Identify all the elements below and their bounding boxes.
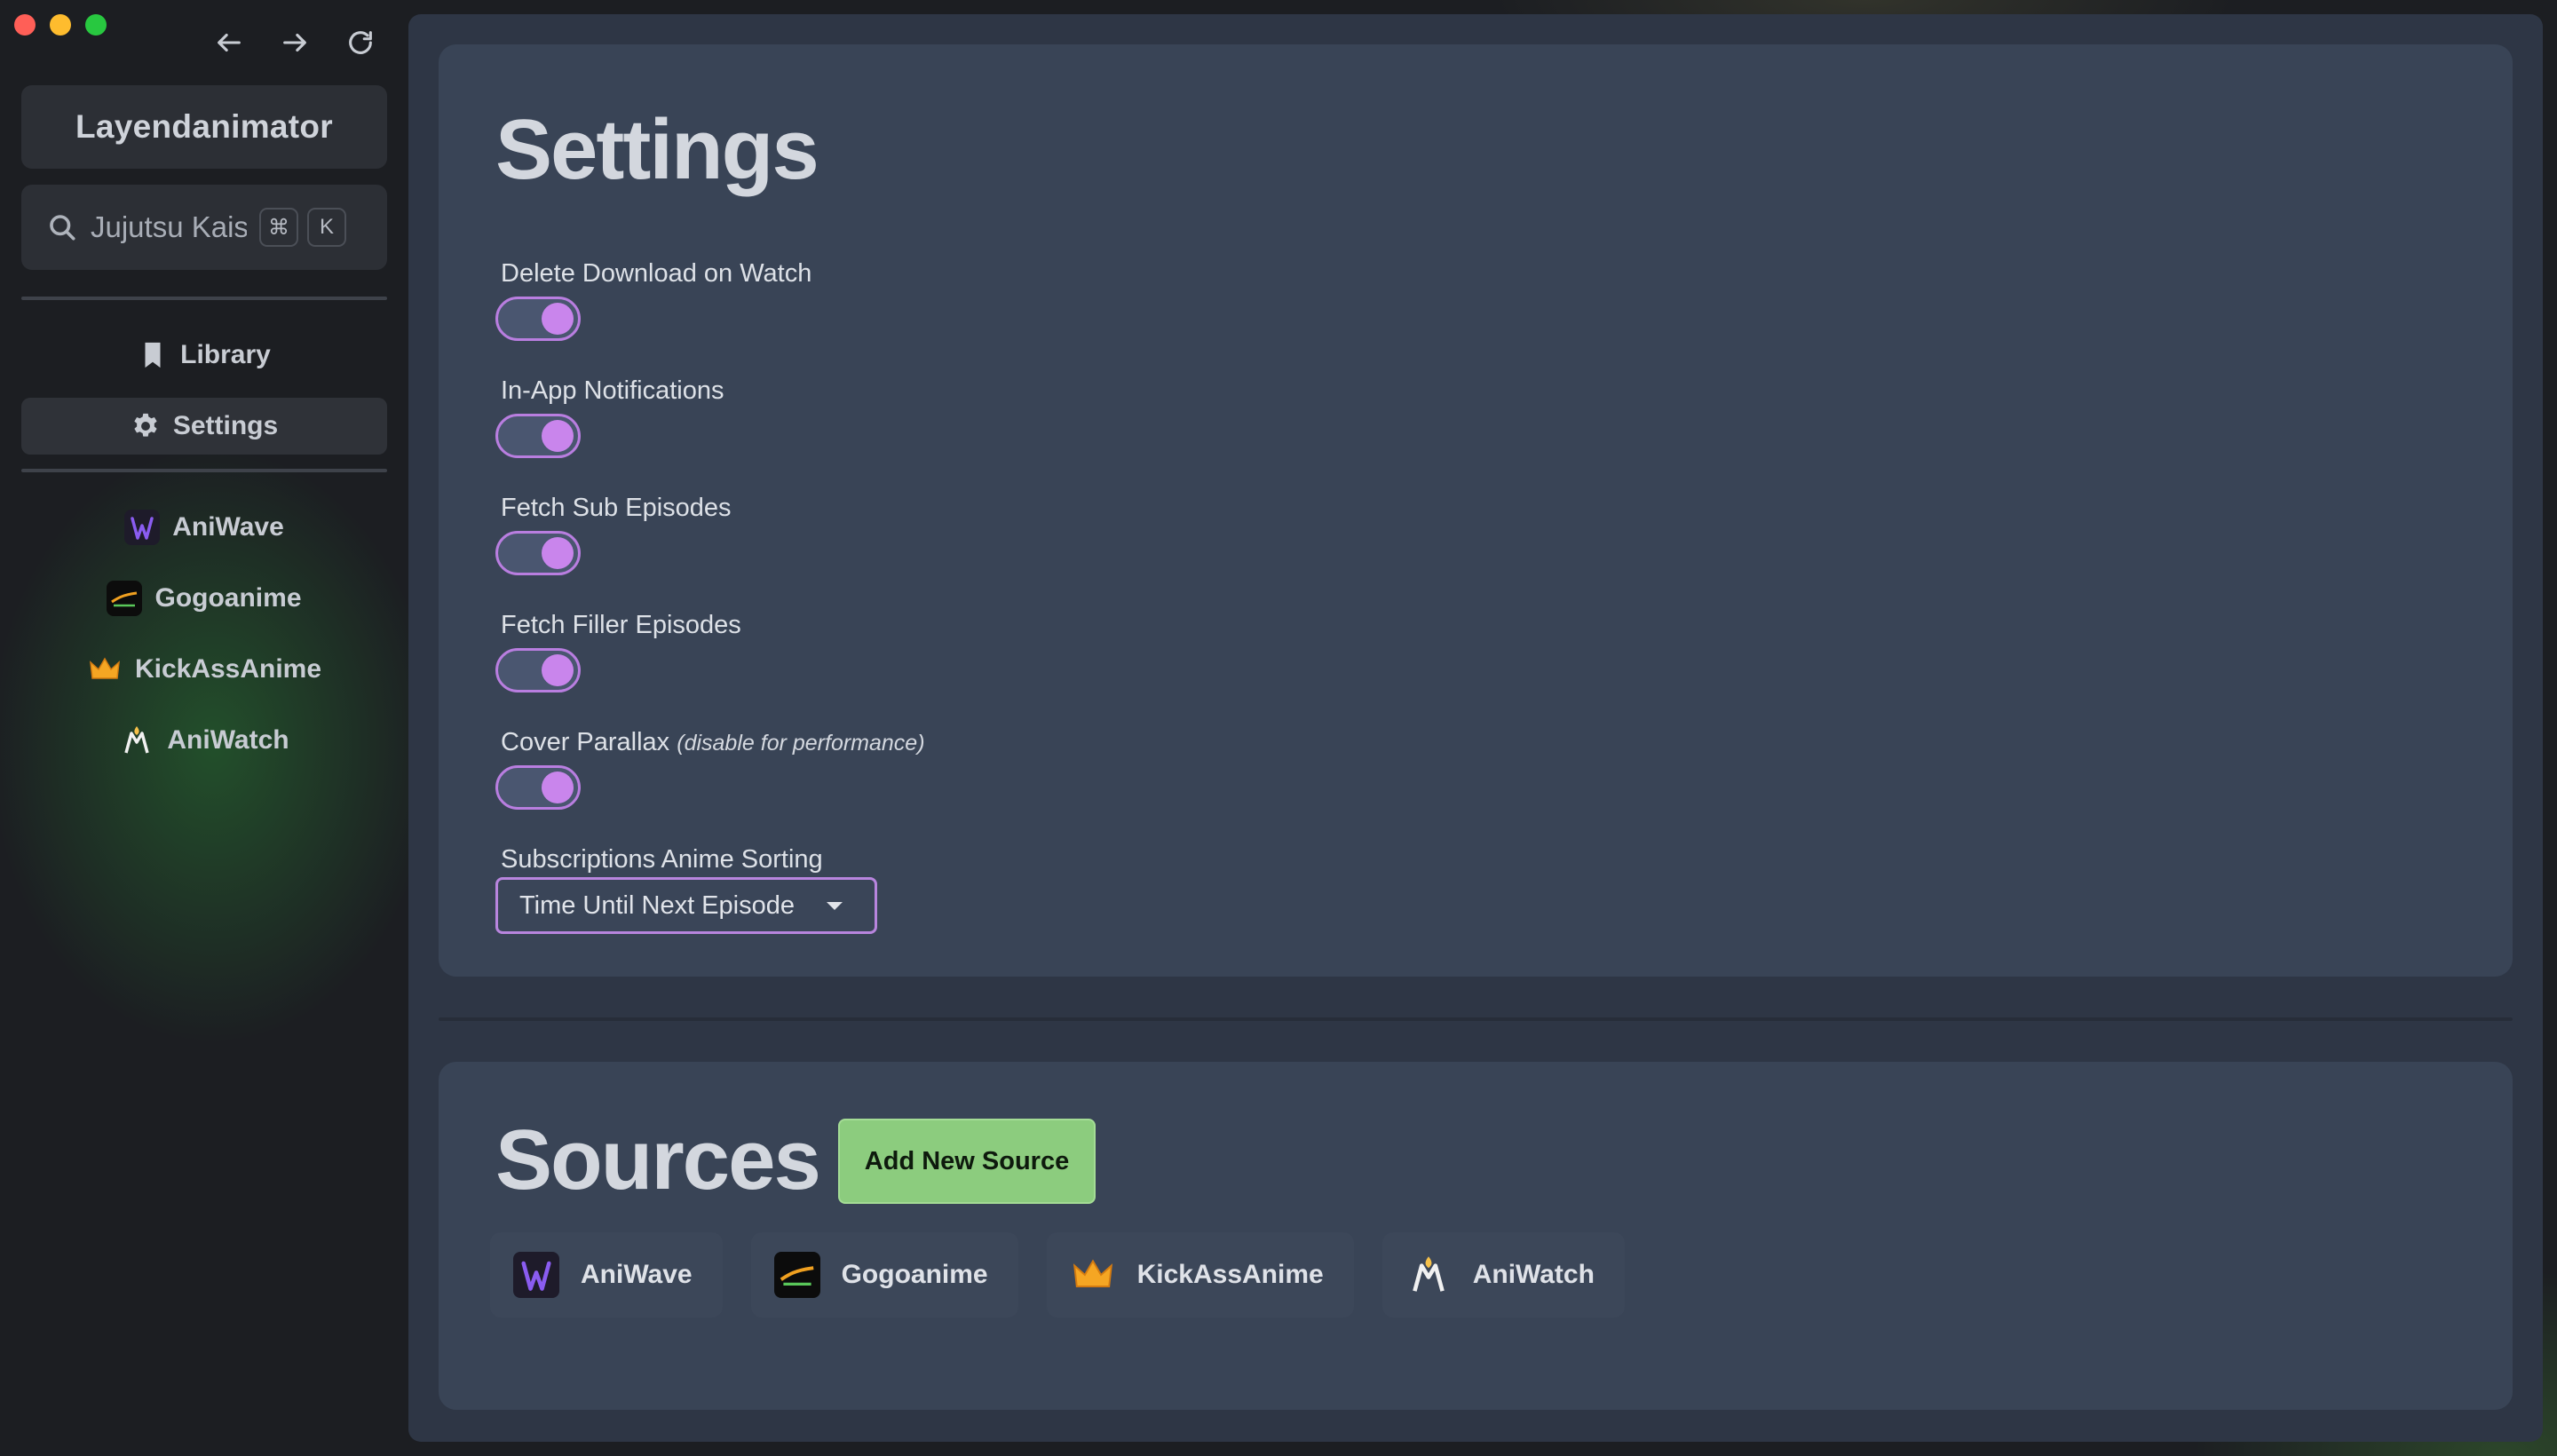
bookmark-icon: [145, 342, 161, 368]
forward-button[interactable]: [275, 23, 314, 62]
main-panel: Settings Delete Download on Watch In-App…: [408, 14, 2543, 1442]
sidebar-item-settings[interactable]: Settings: [21, 398, 387, 455]
sidebar-item-library[interactable]: Library: [21, 327, 387, 384]
toggle-knob: [542, 420, 574, 452]
sidebar-item-label: KickAssAnime: [134, 654, 322, 684]
setting-label: Cover Parallax: [501, 728, 670, 756]
arrow-left-icon: [218, 33, 241, 52]
search-input[interactable]: Jujutsu Kaisen: [91, 210, 247, 244]
source-item-gogoanime[interactable]: Gogoanime: [750, 1232, 1018, 1318]
sidebar-item-aniwave[interactable]: AniWave: [21, 499, 387, 556]
gogoanime-logo-icon: [107, 581, 143, 616]
app-window: Layendanimator Jujutsu Kaisen ⌘ K Librar…: [0, 0, 2557, 1456]
aniwave-logo-icon: [124, 510, 161, 545]
shortcut-cmd-key: ⌘: [259, 208, 298, 247]
reload-icon: [349, 31, 372, 54]
aniwatch-logo-icon: [119, 723, 154, 758]
source-item-label: AniWatch: [1472, 1260, 1595, 1289]
section-divider: [439, 1017, 2513, 1021]
crown-icon: [87, 652, 123, 687]
sources-title: Sources: [495, 1112, 821, 1207]
minimize-window-button[interactable]: [50, 14, 71, 36]
sidebar-item-label: Settings: [172, 411, 279, 440]
sorting-select-value: Time Until Next Episode: [519, 890, 795, 920]
sidebar-item-label: Library: [180, 340, 271, 369]
toggle-fetch-filler-episodes[interactable]: [495, 648, 581, 692]
history-navigation: [210, 23, 380, 62]
sidebar-item-aniwatch[interactable]: AniWatch: [21, 712, 387, 769]
search-icon: [50, 215, 75, 241]
search-box[interactable]: Jujutsu Kaisen ⌘ K: [21, 185, 387, 270]
toggle-delete-download-on-watch[interactable]: [495, 297, 581, 341]
source-item-aniwatch[interactable]: AniWatch: [1381, 1232, 1625, 1318]
setting-label: Delete Download on Watch: [501, 259, 812, 288]
sidebar-item-label: AniWave: [172, 512, 284, 542]
window-controls: [14, 14, 107, 36]
setting-label: In-App Notifications: [501, 376, 724, 405]
shortcut-k-key: K: [307, 208, 346, 247]
chevron-down-icon: [827, 901, 843, 910]
toggle-fetch-sub-episodes[interactable]: [495, 531, 581, 575]
setting-label: Fetch Sub Episodes: [501, 494, 732, 522]
page-title: Settings: [495, 102, 819, 197]
close-window-button[interactable]: [14, 14, 36, 36]
sidebar-divider: [21, 297, 387, 300]
setting-label-cover-parallax: Cover Parallax (disable for performance): [501, 728, 925, 757]
back-button[interactable]: [210, 23, 249, 62]
maximize-window-button[interactable]: [85, 14, 107, 36]
app-title[interactable]: Layendanimator: [21, 85, 387, 169]
source-item-label: KickAssAnime: [1136, 1260, 1324, 1289]
source-item-label: AniWave: [581, 1260, 693, 1289]
toggle-knob: [542, 537, 574, 569]
reload-button[interactable]: [341, 23, 380, 62]
sources-card: Sources Add New Source AniWave Gogoanime: [439, 1062, 2513, 1410]
aniwatch-logo-icon: [1405, 1252, 1452, 1298]
toggle-knob: [542, 654, 574, 686]
sidebar-item-gogoanime[interactable]: Gogoanime: [21, 570, 387, 627]
settings-card: Settings Delete Download on Watch In-App…: [439, 44, 2513, 977]
toggle-knob: [542, 772, 574, 803]
gear-icon: [134, 413, 157, 437]
source-item-kickassanime[interactable]: KickAssAnime: [1046, 1232, 1354, 1318]
setting-label: Fetch Filler Episodes: [501, 611, 741, 639]
source-list: AniWave Gogoanime KickAssAnime AniWatch: [490, 1232, 1653, 1318]
setting-label: Subscriptions Anime Sorting: [501, 845, 823, 874]
toggle-knob: [542, 303, 574, 335]
sidebar-item-label: Gogoanime: [154, 583, 302, 613]
aniwave-logo-icon: [513, 1252, 559, 1298]
source-item-label: Gogoanime: [841, 1260, 988, 1289]
gogoanime-logo-icon: [773, 1252, 820, 1298]
setting-note: (disable for performance): [677, 731, 925, 756]
add-new-source-button[interactable]: Add New Source: [838, 1119, 1096, 1204]
sidebar: Layendanimator Jujutsu Kaisen ⌘ K Librar…: [21, 85, 387, 783]
sorting-select[interactable]: Time Until Next Episode: [495, 877, 877, 934]
toggle-in-app-notifications[interactable]: [495, 414, 581, 458]
crown-icon: [1070, 1252, 1116, 1298]
sidebar-divider: [21, 469, 387, 472]
sidebar-item-kickassanime[interactable]: KickAssAnime: [21, 641, 387, 698]
arrow-right-icon: [283, 33, 306, 52]
source-item-aniwave[interactable]: AniWave: [490, 1232, 723, 1318]
sidebar-item-label: AniWatch: [167, 725, 289, 755]
toggle-cover-parallax[interactable]: [495, 765, 581, 810]
